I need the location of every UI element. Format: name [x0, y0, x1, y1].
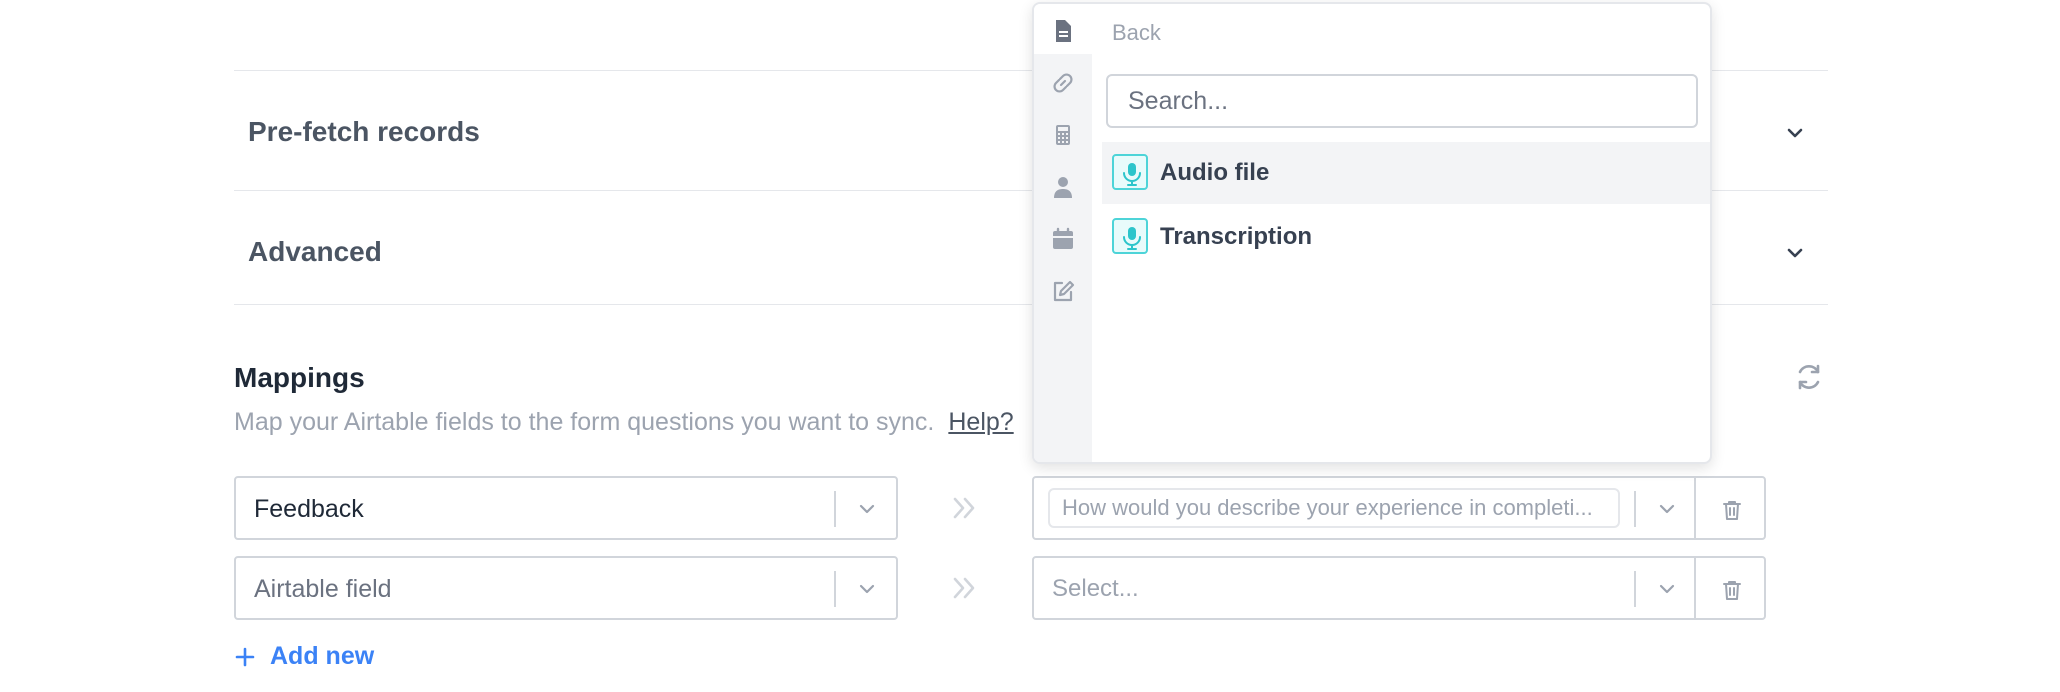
- chevron-down-icon[interactable]: [1656, 498, 1678, 520]
- delete-mapping-button[interactable]: [1694, 556, 1766, 620]
- calculator-icon[interactable]: [1050, 122, 1076, 148]
- delete-mapping-button[interactable]: [1694, 476, 1766, 540]
- person-icon[interactable]: [1050, 174, 1076, 200]
- trash-icon: [1723, 501, 1741, 520]
- mappings-description-text: Map your Airtable fields to the form que…: [234, 408, 935, 436]
- form-question-select[interactable]: How would you describe your experience i…: [1032, 476, 1696, 540]
- form-question-placeholder: Select...: [1052, 575, 1139, 602]
- link-icon[interactable]: [1050, 70, 1076, 96]
- select-separator: [834, 571, 836, 607]
- airtable-field-placeholder: Airtable field: [254, 575, 392, 603]
- select-separator: [1634, 571, 1636, 607]
- category-rail: [1034, 54, 1092, 462]
- option-label: Audio file: [1160, 159, 1270, 186]
- chevron-down-icon[interactable]: [1784, 242, 1806, 264]
- airtable-field-select[interactable]: Airtable field: [234, 556, 898, 620]
- calendar-icon[interactable]: [1050, 226, 1076, 252]
- document-icon[interactable]: [1050, 18, 1076, 44]
- select-separator: [834, 491, 836, 527]
- chevron-down-icon[interactable]: [1656, 578, 1678, 600]
- chevron-down-icon[interactable]: [856, 578, 878, 600]
- add-new-label: Add new: [270, 642, 375, 670]
- add-new-button[interactable]: Add new: [234, 642, 374, 671]
- chevron-down-icon[interactable]: [856, 498, 878, 520]
- option-transcription[interactable]: Transcription: [1102, 206, 1710, 268]
- double-chevron-right-icon: [953, 577, 975, 599]
- back-link[interactable]: Back: [1112, 20, 1161, 46]
- microphone-icon: [1112, 154, 1148, 190]
- microphone-icon: [1112, 218, 1148, 254]
- airtable-field-value: Feedback: [254, 495, 364, 523]
- advanced-title[interactable]: Advanced: [248, 236, 382, 268]
- mappings-title: Mappings: [234, 362, 365, 393]
- airtable-field-select[interactable]: Feedback: [234, 476, 898, 540]
- form-question-value: How would you describe your experience i…: [1048, 488, 1620, 528]
- form-question-select[interactable]: Select...: [1032, 556, 1696, 620]
- mappings-description: Map your Airtable fields to the form que…: [234, 408, 1014, 437]
- search-input[interactable]: [1106, 74, 1698, 128]
- option-audio-file[interactable]: Audio file: [1102, 142, 1710, 204]
- trash-icon: [1723, 581, 1741, 600]
- refresh-icon[interactable]: [1794, 362, 1824, 392]
- help-link[interactable]: Help?: [948, 408, 1013, 436]
- option-label: Transcription: [1160, 223, 1313, 250]
- prefetch-records-title[interactable]: Pre-fetch records: [248, 116, 480, 148]
- field-picker-popover: Back Audio file Transcription: [1032, 2, 1712, 464]
- plus-icon: [235, 647, 255, 666]
- edit-icon[interactable]: [1050, 278, 1076, 304]
- double-chevron-right-icon: [953, 497, 975, 519]
- chevron-down-icon[interactable]: [1784, 122, 1806, 144]
- select-separator: [1634, 491, 1636, 527]
